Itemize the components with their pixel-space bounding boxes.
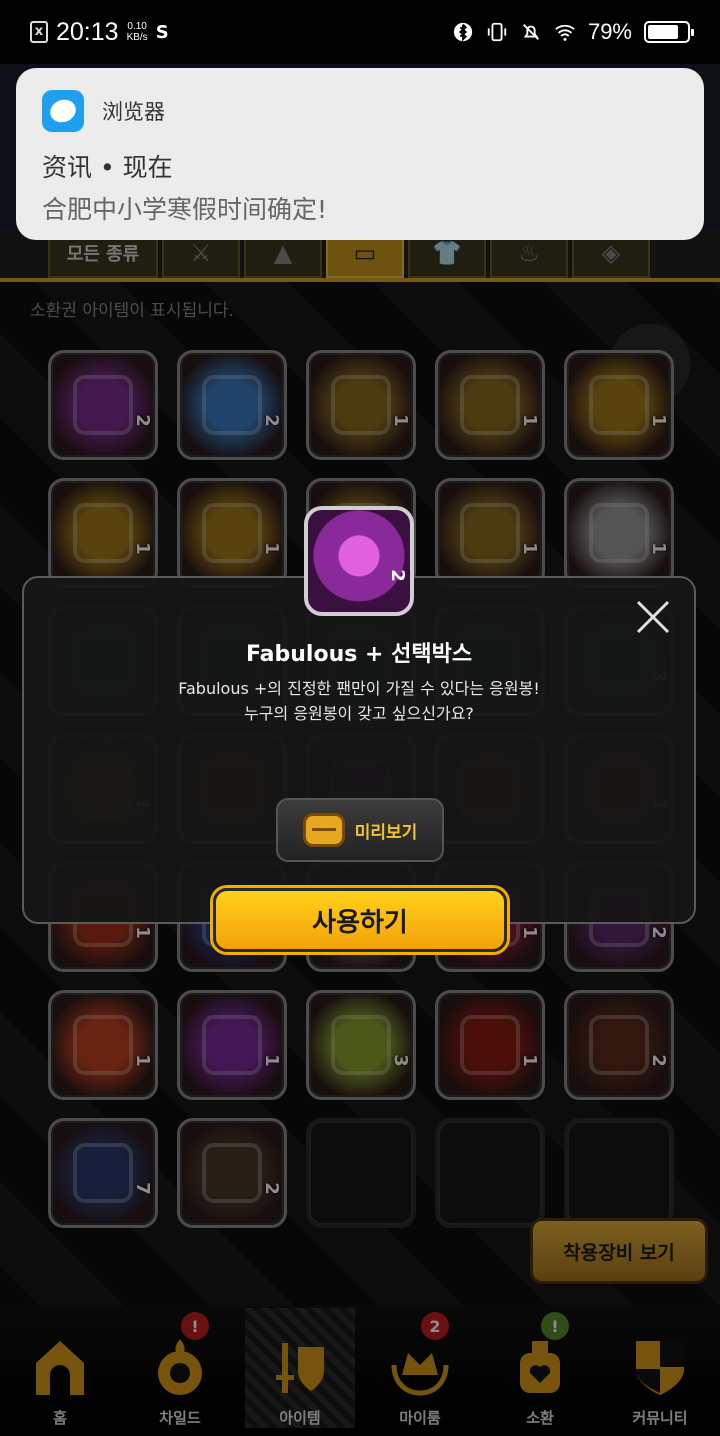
notification-meta: 资讯 • 现在 <box>42 148 678 184</box>
status-bar: x 20:13 0.10 KB/s S 79% <box>0 0 720 64</box>
modal-title: Fabulous + 선택박스 <box>245 642 473 667</box>
chest-icon <box>302 813 345 847</box>
clock: 20:13 <box>56 17 119 46</box>
vibrate-icon <box>487 22 507 42</box>
use-label: 사용하기 <box>312 907 408 938</box>
item-detail-modal <box>22 576 696 924</box>
notification-separator: • <box>99 153 115 182</box>
modal-description-line-1: Fabulous +의 진정한 팬만이 가질 수 있다는 응원봉! <box>178 679 540 698</box>
notification-app-name: 浏览器 <box>102 100 165 124</box>
wifi-icon <box>555 24 575 41</box>
use-button[interactable]: 사용하기 <box>213 888 507 952</box>
network-speed-value: 0.10 <box>127 21 147 32</box>
network-speed: 0.10 KB/s <box>127 21 148 43</box>
sim-icon: S <box>155 21 169 43</box>
bluetooth-icon <box>453 22 473 42</box>
notification-message: 合肥中小学寒假时间确定! <box>42 195 328 224</box>
modal-description: Fabulous +의 진정한 팬만이 가질 수 있다는 응원봉! 누구의 응원… <box>22 676 696 726</box>
preview-button[interactable]: 미리보기 <box>276 798 444 862</box>
modal-item-count: 2 <box>387 569 409 582</box>
fabulous-box-item-icon: 2 <box>304 506 414 616</box>
mute-bell-icon <box>522 24 539 40</box>
notification-category: 资讯 <box>42 153 93 182</box>
modal-description-line-2: 누구의 응원봉이 갖고 싶으신가요? <box>244 704 474 723</box>
close-icon[interactable] <box>632 596 674 638</box>
preview-label: 미리보기 <box>354 822 418 843</box>
battery-fill <box>648 25 679 39</box>
close-notification-icon: x <box>30 21 48 43</box>
notification-banner[interactable]: 浏览器 资讯 • 现在 合肥中小学寒假时间确定! <box>16 68 704 240</box>
battery-percent: 79% <box>587 19 632 44</box>
network-speed-unit: KB/s <box>126 32 148 43</box>
notification-time: 现在 <box>122 153 173 182</box>
browser-app-icon <box>42 90 84 132</box>
battery-icon <box>644 21 694 43</box>
